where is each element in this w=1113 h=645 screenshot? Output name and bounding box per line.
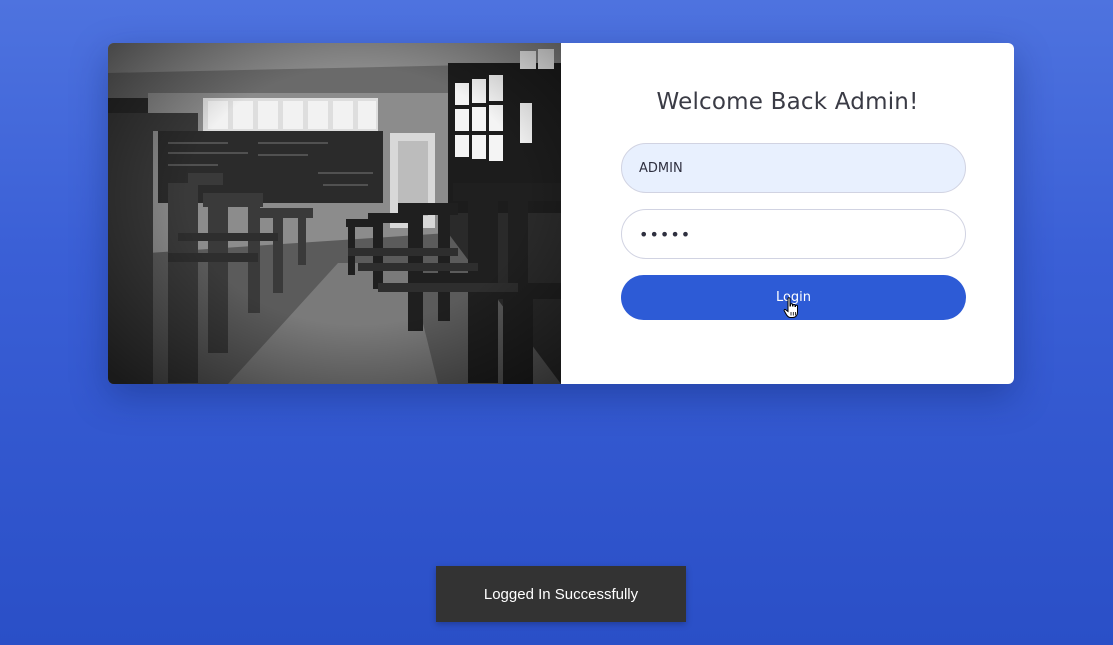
login-button[interactable]: Login [621,275,966,320]
classroom-photo [108,43,561,384]
login-card: Welcome Back Admin! Login [108,43,1014,384]
toast-message: Logged In Successfully [483,585,639,603]
success-toast: Logged In Successfully [436,566,686,622]
login-form: Welcome Back Admin! Login [561,43,1014,384]
password-input[interactable] [621,209,966,259]
welcome-heading: Welcome Back Admin! [656,89,919,115]
username-input[interactable] [621,143,966,193]
